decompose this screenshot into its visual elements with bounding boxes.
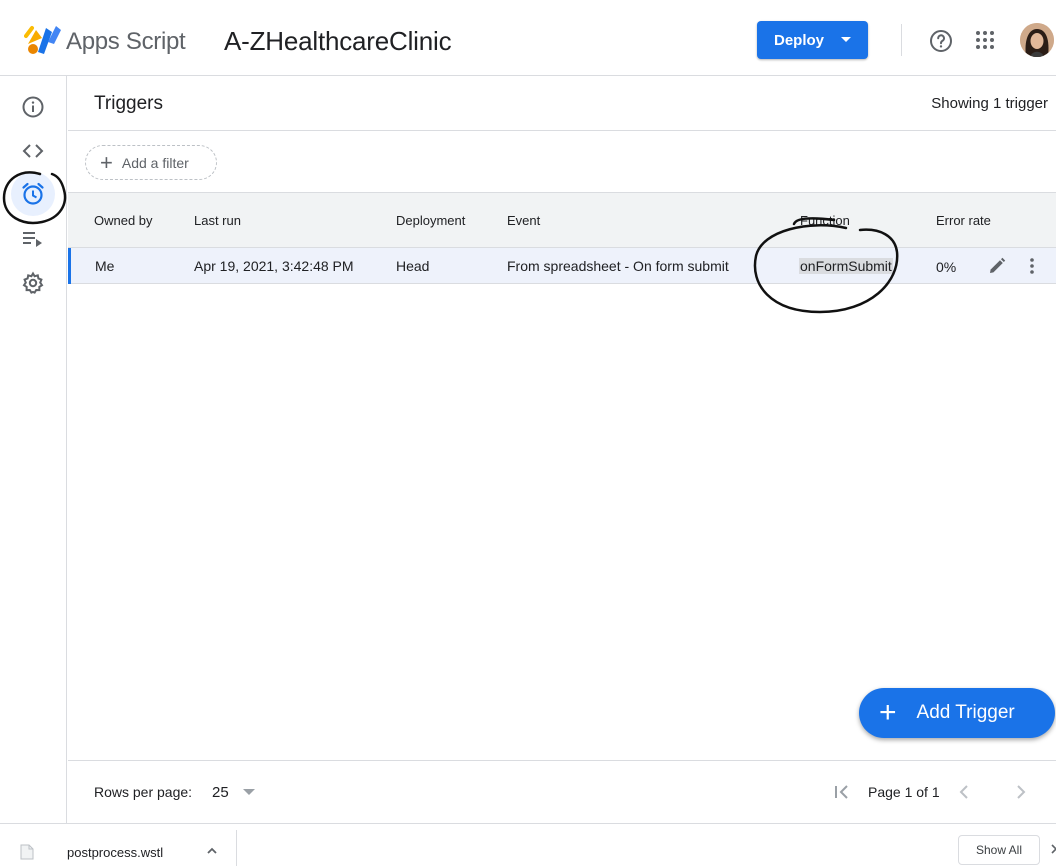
executions-icon bbox=[23, 232, 42, 247]
gear-icon bbox=[22, 271, 44, 294]
project-title[interactable]: A-ZHealthcareClinic bbox=[224, 26, 452, 57]
deploy-button[interactable]: Deploy bbox=[757, 21, 868, 59]
code-icon bbox=[22, 144, 44, 158]
apps-grid-icon[interactable] bbox=[975, 30, 995, 50]
chevron-up-icon[interactable] bbox=[205, 844, 219, 858]
help-icon[interactable] bbox=[929, 29, 953, 53]
page-title: Triggers bbox=[94, 93, 163, 114]
plus-icon: + bbox=[100, 149, 113, 175]
sidebar-item-editor[interactable] bbox=[20, 138, 46, 164]
column-header-error-rate[interactable]: Error rate bbox=[936, 213, 991, 228]
download-bar: postprocess.wstl Show All bbox=[0, 823, 1056, 866]
file-icon bbox=[20, 844, 34, 860]
cell-owned-by: Me bbox=[95, 258, 115, 274]
info-icon bbox=[22, 96, 44, 118]
column-header-owned-by[interactable]: Owned by bbox=[94, 213, 153, 228]
sidebar-item-overview[interactable] bbox=[20, 94, 46, 120]
footer-divider bbox=[68, 760, 1056, 761]
caret-down-icon bbox=[841, 37, 851, 42]
rows-per-page-value: 25 bbox=[212, 783, 229, 801]
deploy-button-label: Deploy bbox=[774, 31, 825, 49]
next-page-icon[interactable] bbox=[1012, 782, 1030, 802]
column-header-event[interactable]: Event bbox=[507, 213, 540, 228]
edit-pencil-icon[interactable] bbox=[987, 256, 1007, 276]
first-page-icon[interactable] bbox=[832, 782, 852, 802]
avatar[interactable] bbox=[1020, 23, 1054, 57]
trigger-count: Showing 1 trigger bbox=[931, 95, 1048, 112]
title-divider bbox=[68, 130, 1056, 131]
sidebar-item-settings[interactable] bbox=[20, 270, 46, 296]
caret-down-icon bbox=[242, 789, 255, 795]
page-indicator: Page 1 of 1 bbox=[868, 784, 940, 800]
plus-icon: + bbox=[879, 696, 897, 729]
row-selection-accent bbox=[68, 248, 71, 284]
column-header-deployment[interactable]: Deployment bbox=[396, 213, 465, 228]
add-trigger-label: Add Trigger bbox=[916, 702, 1015, 723]
show-all-button[interactable]: Show All bbox=[958, 835, 1040, 865]
download-divider bbox=[236, 830, 237, 866]
hand-drawn-annotation-circle bbox=[753, 217, 899, 314]
apps-script-logo[interactable] bbox=[24, 22, 62, 56]
download-file-name[interactable]: postprocess.wstl bbox=[67, 845, 163, 860]
table-header: Owned by Last run Deployment Event Funct… bbox=[68, 192, 1056, 248]
brand-name: Apps Script bbox=[66, 28, 186, 55]
hand-drawn-annotation-circle bbox=[2, 171, 67, 225]
add-filter-label: Add a filter bbox=[121, 154, 189, 171]
add-filter-button[interactable]: + Add a filter bbox=[85, 145, 217, 180]
cell-event: From spreadsheet - On form submit bbox=[507, 258, 729, 274]
header-divider bbox=[901, 24, 902, 56]
column-header-last-run[interactable]: Last run bbox=[194, 213, 241, 228]
rows-per-page-select[interactable]: 25 bbox=[212, 782, 262, 802]
cell-error-rate: 0% bbox=[936, 259, 957, 275]
rows-per-page-label: Rows per page: bbox=[94, 784, 193, 800]
previous-page-icon[interactable] bbox=[955, 782, 973, 802]
cell-deployment: Head bbox=[396, 258, 430, 274]
add-trigger-button[interactable]: + Add Trigger bbox=[859, 688, 1055, 738]
close-icon[interactable] bbox=[1048, 842, 1056, 856]
sidebar-item-executions[interactable] bbox=[20, 227, 46, 253]
more-vert-icon[interactable] bbox=[1022, 256, 1042, 276]
table-row[interactable]: Me Apr 19, 2021, 3:42:48 PM Head From sp… bbox=[68, 248, 1056, 284]
app-header: Apps Script A-ZHealthcareClinic Deploy bbox=[0, 0, 1056, 76]
cell-last-run: Apr 19, 2021, 3:42:48 PM bbox=[194, 258, 354, 274]
